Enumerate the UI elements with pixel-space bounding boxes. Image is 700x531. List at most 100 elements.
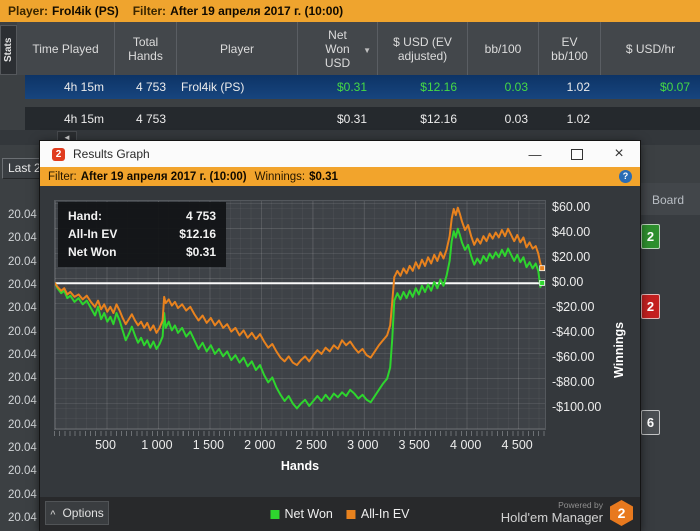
winnings-value: $0.31 xyxy=(309,170,338,183)
cell-time: 4h 15m xyxy=(63,80,104,94)
session-time[interactable]: 20.04 xyxy=(0,251,44,274)
tooltip-hand-label: Hand: xyxy=(68,209,102,223)
cell-usd-hr xyxy=(600,107,700,130)
session-time[interactable]: 20.04 xyxy=(0,414,44,437)
cell-hands: 4 753 xyxy=(135,111,166,126)
board-card-clubs: 2 xyxy=(641,224,660,249)
board-card-hearts: 2 xyxy=(641,294,660,319)
filter-label: Filter: xyxy=(132,4,167,18)
session-list: 20.04 20.04 20.04 20.04 20.04 20.04 20.04 20.04… xyxy=(0,204,44,531)
session-time[interactable]: 20.04 xyxy=(0,437,44,460)
session-time[interactable]: 20.04 xyxy=(0,274,44,297)
cell-usd-hr: $0.07 xyxy=(659,80,690,94)
y-axis-title: Winnings xyxy=(612,321,626,378)
session-time[interactable]: 20.04 xyxy=(0,227,44,250)
table-row-selected[interactable]: 4h 15m 4 753 Frol4ik (PS) $0.31 $12.16 0… xyxy=(25,75,700,99)
cell-ev-bb100: 1.02 xyxy=(566,111,590,126)
session-time[interactable]: 20.04 xyxy=(0,484,44,507)
column-header-net-won-label: Net Won USD xyxy=(324,27,351,70)
minimize-button[interactable]: — xyxy=(514,141,556,167)
board-column-header: Board xyxy=(640,183,700,215)
help-icon[interactable]: ? xyxy=(619,170,632,183)
chart-legend: Net Won All-In EV xyxy=(270,497,410,531)
session-time[interactable]: 20.04 xyxy=(0,367,44,390)
column-header-ev-bb100[interactable]: EV bb/100 xyxy=(538,22,600,75)
hm2-logo-icon: 2 xyxy=(52,147,65,161)
session-time[interactable]: 20.04 xyxy=(0,460,44,483)
tooltip-net-won-label: Net Won xyxy=(68,245,117,259)
cell-usd-ev: $12.16 xyxy=(420,111,457,126)
options-button-label: Options xyxy=(62,506,104,520)
filter-value: After 19 апреля 2017 г. (10:00) xyxy=(170,4,344,18)
player-label: Player: xyxy=(8,4,49,18)
window-title: Results Graph xyxy=(73,147,150,161)
all-in-ev-swatch-icon xyxy=(346,509,356,519)
y-axis-tick-label: $0.00 xyxy=(552,275,584,289)
column-header-usd-hr[interactable]: $ USD/hr xyxy=(600,22,700,75)
board-header-label: Board xyxy=(652,193,685,207)
column-header-total-hands[interactable]: Total Hands xyxy=(114,22,176,75)
table-row-summary[interactable]: 4h 15m 4 753 $0.31 $12.16 0.03 1.02 xyxy=(25,107,700,130)
session-time[interactable]: 20.04 xyxy=(0,390,44,413)
cell-bb100: 0.03 xyxy=(504,80,528,94)
cell-usd-ev: $12.16 xyxy=(420,80,457,94)
y-axis-tick-label: -$60.00 xyxy=(552,350,595,364)
stats-table-header: Time Played Total Hands Player Net Won U… xyxy=(17,22,700,75)
window-titlebar[interactable]: 2 Results Graph — × xyxy=(40,141,640,167)
cell-player xyxy=(176,107,297,130)
player-filter-bar: Player: Frol4ik (PS) Filter: After 19 апрел… xyxy=(0,0,700,22)
y-axis-tick-label: -$40.00 xyxy=(552,325,595,339)
player-value: Frol4ik (PS) xyxy=(52,4,119,18)
x-axis-minor-ticks xyxy=(54,431,546,436)
legend-net-won-label: Net Won xyxy=(284,507,333,521)
powered-by: Powered by Hold'em Manager 2 xyxy=(501,500,633,526)
cell-time: 4h 15m xyxy=(63,111,104,126)
close-button[interactable]: × xyxy=(598,141,640,167)
y-axis-tick-label: $40.00 xyxy=(552,225,591,239)
board-card-spades: 6 xyxy=(641,410,660,435)
options-button[interactable]: ^ Options xyxy=(45,501,109,525)
cell-ev-bb100: 1.02 xyxy=(566,80,590,94)
session-time[interactable]: 20.04 xyxy=(0,204,44,227)
tooltip-allin-ev-value: $12.16 xyxy=(179,227,216,241)
legend-item-net-won: Net Won xyxy=(270,507,333,521)
session-time[interactable]: 20.04 xyxy=(0,507,44,530)
x-axis-title: Hands xyxy=(280,459,320,473)
column-header-bb100[interactable]: bb/100 xyxy=(467,22,538,75)
results-chart: Hand: 4 753 All-In EV $12.16 Net Won $0.31 … xyxy=(40,186,640,497)
column-header-time-played[interactable]: Time Played xyxy=(17,22,114,75)
winnings-label: Winnings: xyxy=(254,170,306,183)
graph-bottom-bar: ^ Options Net Won All-In EV Powered by H… xyxy=(40,497,640,531)
results-graph-window: 2 Results Graph — × Filter: After 19 апр… xyxy=(40,141,640,531)
net-won-swatch-icon xyxy=(270,509,280,519)
powered-by-line2: Hold'em Manager xyxy=(500,509,603,525)
tooltip-net-won-value: $0.31 xyxy=(185,245,216,259)
legend-all-in-ev-label: All-In EV xyxy=(360,507,410,521)
x-axis-tick-label: 4 500 xyxy=(501,438,533,452)
session-time[interactable]: 20.04 xyxy=(0,297,44,320)
tooltip-allin-ev-label: All-In EV xyxy=(68,227,118,241)
sort-desc-icon[interactable]: ▼ xyxy=(363,44,371,58)
maximize-button[interactable] xyxy=(556,141,598,167)
close-icon: × xyxy=(614,145,624,162)
cell-net-won: $0.31 xyxy=(336,80,367,94)
column-header-usd-ev[interactable]: $ USD (EV adjusted) xyxy=(377,22,467,75)
column-header-net-won[interactable]: Net Won USD ▼ xyxy=(297,22,377,75)
holdem-manager-logo-icon: 2 xyxy=(610,500,633,526)
session-time[interactable]: 20.04 xyxy=(0,344,44,367)
y-axis-tick-label: $60.00 xyxy=(552,200,591,214)
graph-filter-value: After 19 апреля 2017 г. (10:00) xyxy=(80,170,247,183)
chevron-up-icon: ^ xyxy=(50,509,56,519)
column-header-player[interactable]: Player xyxy=(176,22,297,75)
maximize-icon xyxy=(571,148,583,160)
cell-bb100: 0.03 xyxy=(504,111,528,126)
tab-stats[interactable]: Stats xyxy=(0,25,17,75)
cell-player: Frol4ik (PS) xyxy=(181,80,245,94)
session-time[interactable]: 20.04 xyxy=(0,321,44,344)
tooltip-hand-value: 4 753 xyxy=(185,209,216,223)
y-axis-tick-label: -$80.00 xyxy=(552,375,595,389)
cell-net-won: $0.31 xyxy=(336,111,367,126)
board-column-body xyxy=(640,215,700,531)
y-axis-tick-label: -$100.00 xyxy=(552,400,602,414)
chart-tooltip: Hand: 4 753 All-In EV $12.16 Net Won $0.31 xyxy=(58,202,226,267)
